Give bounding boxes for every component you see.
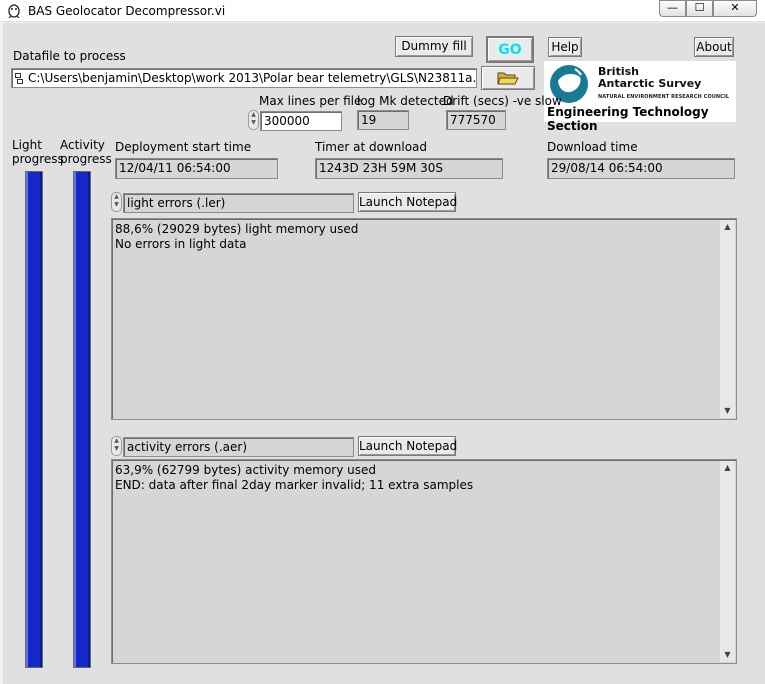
activity-errors-selector[interactable]: activity errors (.aer) — [123, 437, 354, 457]
timer-label: Timer at download — [315, 140, 428, 154]
log-mk-label: log Mk detected — [357, 94, 454, 108]
help-button[interactable]: Help — [548, 37, 582, 57]
logo-line2: Antarctic Survey — [598, 77, 702, 90]
max-lines-label: Max lines per file — [259, 94, 362, 108]
download-value: 29/08/14 06:54:00 — [547, 158, 735, 179]
logo-line3: NATURAL ENVIRONMENT RESEARCH COUNCIL — [598, 94, 730, 100]
maximize-button[interactable]: ☐ — [686, 0, 713, 17]
light-progress-label-1: Light — [12, 138, 42, 152]
light-errors-spinner[interactable]: ▲ ▼ — [111, 192, 122, 212]
front-panel: Datafile to process C:\Users\benjamin\De… — [3, 23, 765, 684]
go-button[interactable]: GO — [486, 36, 534, 63]
activity-errors-line: 63,9% (62799 bytes) activity memory used — [115, 463, 377, 477]
light-errors-scrollbar[interactable]: ▲ ▼ — [720, 220, 735, 418]
activity-progress-label-2: progress — [60, 152, 112, 166]
drift-label: Drift (secs) -ve slow — [443, 94, 562, 108]
datafile-label: Datafile to process — [13, 49, 126, 63]
timer-value: 1243D 23H 59M 30S — [315, 158, 503, 179]
browse-folder-button[interactable] — [481, 66, 535, 90]
light-errors-selector[interactable]: light errors (.ler) — [123, 193, 354, 213]
download-label: Download time — [547, 140, 638, 154]
app-window: BAS Geolocator Decompressor.vi — ☐ ✕ Dat… — [0, 0, 765, 684]
activity-errors-textarea[interactable]: 63,9% (62799 bytes) activity memory used… — [111, 459, 737, 664]
scroll-down-icon[interactable]: ▼ — [720, 648, 735, 662]
window-title: BAS Geolocator Decompressor.vi — [28, 4, 226, 18]
activity-errors-spinner[interactable]: ▲ ▼ — [111, 436, 122, 456]
activity-errors-scrollbar[interactable]: ▲ ▼ — [720, 461, 735, 662]
max-lines-spinner[interactable]: ▲ ▼ — [248, 110, 259, 130]
bas-logo: British Antarctic Survey NATURAL ENVIRON… — [544, 61, 736, 133]
light-errors-line: No errors in light data — [115, 237, 247, 251]
folder-open-icon — [497, 72, 519, 85]
light-progress-label-2: progress — [12, 152, 64, 166]
activity-progress-label-1: Activity — [60, 138, 105, 152]
title-bar: BAS Geolocator Decompressor.vi — ☐ ✕ — [0, 0, 765, 22]
path-browse-icon — [15, 73, 23, 84]
light-errors-line: 88,6% (29029 bytes) light memory used — [115, 222, 359, 236]
datafile-path-value: C:\Users\benjamin\Desktop\work 2013\Pola… — [28, 71, 477, 85]
scroll-down-icon[interactable]: ▼ — [720, 404, 735, 418]
close-button[interactable]: ✕ — [713, 0, 757, 17]
dummy-fill-button[interactable]: Dummy fill — [395, 36, 473, 57]
max-lines-input[interactable]: 300000 — [260, 111, 342, 131]
about-button[interactable]: About — [694, 37, 734, 57]
minimize-button[interactable]: — — [659, 0, 686, 17]
logo-section: Engineering Technology Section — [547, 105, 709, 133]
log-mk-value: 19 — [357, 110, 409, 130]
light-launch-notepad-button[interactable]: Launch Notepad — [358, 192, 457, 212]
activity-progress-bar — [73, 171, 91, 668]
datafile-path-input[interactable]: C:\Users\benjamin\Desktop\work 2013\Pola… — [11, 68, 477, 88]
scroll-up-icon[interactable]: ▲ — [720, 220, 735, 234]
activity-errors-line: END: data after final 2day marker invali… — [115, 478, 474, 492]
scroll-up-icon[interactable]: ▲ — [720, 461, 735, 475]
deployment-label: Deployment start time — [115, 140, 252, 154]
light-errors-textarea[interactable]: 88,6% (29029 bytes) light memory used No… — [111, 218, 737, 420]
light-progress-bar — [25, 171, 43, 668]
drift-value: 777570 — [446, 110, 506, 130]
deployment-value: 12/04/11 06:54:00 — [115, 158, 278, 179]
activity-launch-notepad-button[interactable]: Launch Notepad — [358, 436, 457, 456]
labview-vi-icon — [8, 4, 20, 18]
